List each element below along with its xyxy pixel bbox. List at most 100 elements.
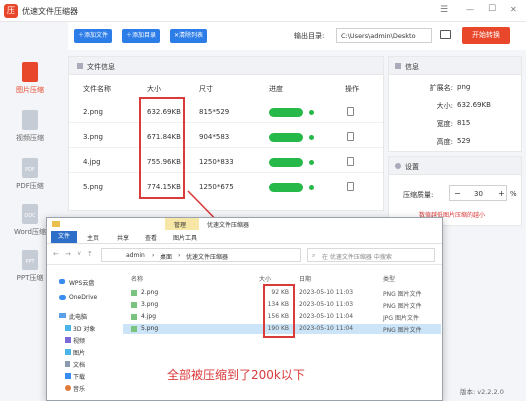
file-dimensions: 904*583 <box>199 133 230 141</box>
file-date: 2023-05-10 11:03 <box>299 289 354 296</box>
increase-button[interactable]: + <box>498 189 505 198</box>
nav-item-onedrive[interactable]: OneDrive <box>53 292 119 304</box>
file-date: 2023-05-10 11:04 <box>299 325 354 332</box>
quality-label: 压缩质量: <box>403 191 434 199</box>
nav-item-wps[interactable]: WPS云盘 <box>53 276 119 288</box>
quality-stepper[interactable]: − 30 + <box>449 185 507 201</box>
nav-item-documents[interactable]: 文档 <box>59 358 119 370</box>
quality-value[interactable]: 30 <box>474 190 483 198</box>
close-icon[interactable]: ✕ <box>510 5 517 14</box>
column-header-size[interactable]: 大小 <box>259 274 271 283</box>
gear-icon <box>395 163 401 169</box>
table-row[interactable]: 4.jpg 755.96KB 1250*833 <box>69 151 383 173</box>
breadcrumb-item[interactable]: admin <box>126 252 145 259</box>
nav-label: WPS云盘 <box>69 280 95 287</box>
menu-icon[interactable]: ☰ <box>440 5 448 15</box>
video-file-icon <box>22 110 38 130</box>
delete-icon[interactable] <box>347 157 354 166</box>
add-file-button[interactable]: ＋添加文件 <box>74 29 113 43</box>
cube-icon <box>65 325 71 331</box>
ribbon-tab-share[interactable]: 共享 <box>117 233 129 242</box>
toolbar: ＋添加文件 ＋添加目录 ✕清除列表 输出目录: C:\Users\admin\D… <box>68 22 526 50</box>
folder-icon <box>52 221 60 227</box>
nav-item-pictures[interactable]: 图片 <box>59 346 119 358</box>
delete-icon[interactable] <box>347 107 354 116</box>
image-file-icon <box>131 290 137 296</box>
sidebar-item-pdf[interactable]: PDF PDF压缩 <box>8 154 52 204</box>
file-name: 5.png <box>83 183 104 191</box>
delete-icon[interactable] <box>347 132 354 141</box>
file-dimensions: 1250*833 <box>199 158 234 166</box>
clear-list-button[interactable]: ✕清除列表 <box>170 29 208 43</box>
manage-tab[interactable]: 管理 <box>165 218 199 230</box>
breadcrumb[interactable]: admin › 桌面 › 优速文件压缩器 <box>101 248 301 262</box>
file-name: 2.png <box>141 289 159 296</box>
file-type: PNG 图片文件 <box>383 327 422 334</box>
status-dot <box>309 185 314 190</box>
quality-unit: % <box>510 190 517 198</box>
image-file-icon <box>131 302 137 308</box>
annotation-text: 全部被压缩到了200k以下 <box>167 368 305 382</box>
image-file-icon <box>22 62 38 82</box>
search-placeholder: 在 优速文件压缩器 中搜索 <box>322 254 392 261</box>
table-row[interactable]: 2.png 632.69KB 815*529 <box>69 101 383 123</box>
explorer-titlebar: 管理 优速文件压缩器 <box>47 218 442 230</box>
address-bar-row: ← → ∨ ↑ admin › 桌面 › 优速文件压缩器 ⌕ 在 优速文件压缩器… <box>47 245 442 265</box>
info-key: 扩展名: <box>429 84 453 92</box>
decrease-button[interactable]: − <box>454 189 461 198</box>
ribbon-tab-home[interactable]: 主页 <box>87 233 99 242</box>
output-dir-value: C:\Users\admin\Deskto <box>341 32 416 40</box>
version-label: 版本: v2.2.2.0 <box>460 388 504 396</box>
start-convert-button[interactable]: 开始转换 <box>462 27 510 44</box>
back-icon[interactable]: ← <box>53 250 59 258</box>
folder-icon[interactable] <box>440 30 451 39</box>
size-highlight-box <box>139 97 185 199</box>
nav-label: 此电脑 <box>69 314 88 321</box>
delete-icon[interactable] <box>347 182 354 191</box>
column-header-date[interactable]: 日期 <box>299 274 311 283</box>
column-header-name[interactable]: 名称 <box>131 274 143 283</box>
forward-icon[interactable]: → <box>65 250 71 258</box>
nav-item-video[interactable]: 视频 <box>59 334 119 346</box>
explorer-title: 优速文件压缩器 <box>207 222 250 229</box>
sidebar-item-video[interactable]: 视频压缩 <box>8 106 52 156</box>
search-input[interactable]: ⌕ 在 优速文件压缩器 中搜索 <box>307 248 435 262</box>
nav-item-downloads[interactable]: 下载 <box>59 370 119 382</box>
breadcrumb-item[interactable]: 优速文件压缩器 <box>186 252 228 261</box>
minimize-icon[interactable]: — <box>466 5 474 14</box>
settings-panel: 设置 压缩质量: − 30 + % 数值越低图片压缩的越小 <box>388 156 522 226</box>
maximize-icon[interactable]: ☐ <box>488 4 496 14</box>
info-key: 大小: <box>436 102 453 110</box>
nav-item-3d[interactable]: 3D 对象 <box>59 322 119 334</box>
info-key: 宽度: <box>436 120 453 128</box>
column-header-type[interactable]: 类型 <box>383 274 395 283</box>
nav-label: 音乐 <box>73 386 86 393</box>
column-header: 大小 <box>147 85 161 93</box>
breadcrumb-item[interactable]: 桌面 <box>160 252 172 261</box>
nav-label: 视频 <box>73 338 86 345</box>
info-header: 信息 <box>389 57 521 75</box>
file-type: PNG 图片文件 <box>383 303 422 310</box>
info-key: 高度: <box>436 138 453 146</box>
nav-item-music[interactable]: 音乐 <box>59 382 119 394</box>
video-icon <box>65 337 71 343</box>
add-directory-button[interactable]: ＋添加目录 <box>122 29 161 43</box>
search-icon: ⌕ <box>312 252 316 259</box>
clear-list-label: 清除列表 <box>179 32 204 39</box>
nav-label: OneDrive <box>69 294 98 301</box>
chevron-down-icon[interactable]: ∨ <box>77 250 81 257</box>
file-name: 4.jpg <box>83 158 101 166</box>
sidebar-item-label: 图片压缩 <box>16 86 44 94</box>
file-name: 5.png <box>141 325 159 332</box>
file-list-header: 文件信息 <box>69 57 383 75</box>
sidebar-item-image[interactable]: 图片压缩 <box>8 58 52 108</box>
table-row[interactable]: 3.png 671.84KB 904*583 <box>69 126 383 148</box>
title-bar: 压 优速文件压缩器 ☰ — ☐ ✕ <box>0 0 526 22</box>
ribbon-tab-view[interactable]: 查看 <box>145 233 157 242</box>
ribbon-tab-file[interactable]: 文件 <box>51 231 77 243</box>
ribbon-tab-picture-tools[interactable]: 图片工具 <box>173 233 197 242</box>
output-dir-input[interactable]: C:\Users\admin\Deskto <box>336 28 432 43</box>
column-header: 进度 <box>269 85 283 93</box>
nav-item-this-pc[interactable]: 此电脑 <box>53 310 119 322</box>
up-icon[interactable]: ↑ <box>87 250 93 258</box>
